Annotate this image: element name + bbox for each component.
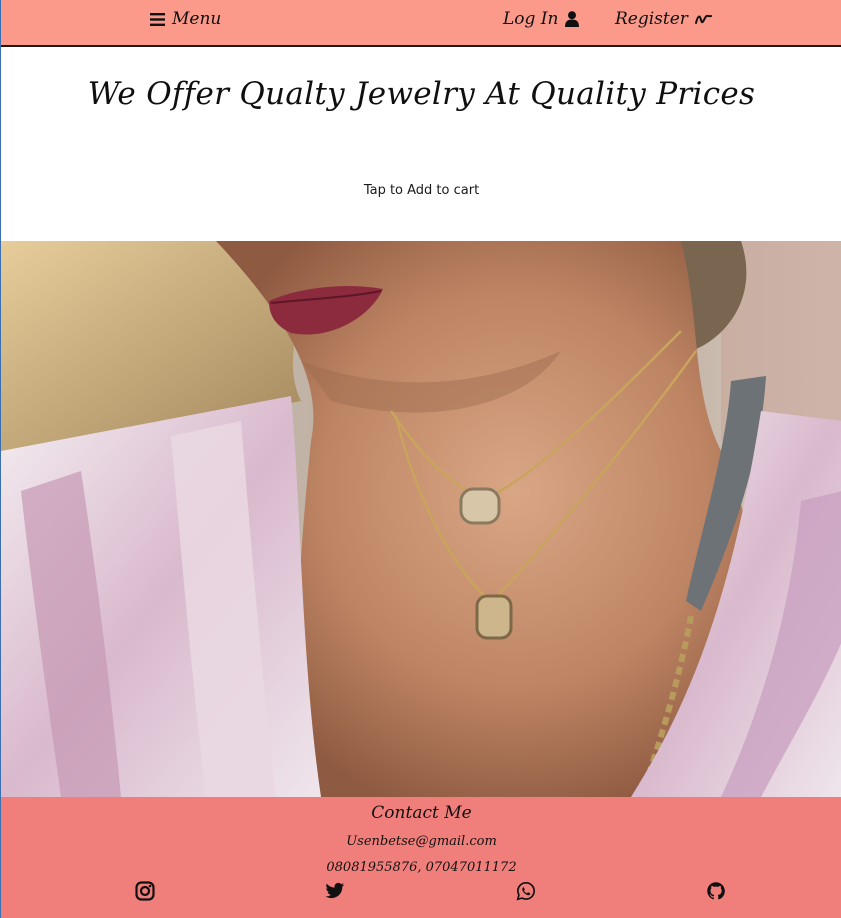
contact-email[interactable]: Usenbetse@gmail.com [1, 834, 841, 849]
user-icon [565, 11, 580, 27]
contact-phone[interactable]: 08081955876, 07047011172 [1, 860, 841, 875]
login-button[interactable]: Log In [503, 9, 580, 29]
footer: Contact Me Usenbetse@gmail.com 080819558… [1, 797, 841, 918]
navbar: Menu Log In Register [1, 0, 841, 47]
hamburger-icon [150, 12, 165, 26]
twitter-icon[interactable] [325, 881, 345, 901]
instagram-icon[interactable] [135, 881, 155, 901]
signature-icon [694, 14, 712, 24]
contact-title: Contact Me [371, 803, 472, 823]
whatsapp-icon[interactable] [516, 881, 536, 901]
register-label: Register [615, 9, 688, 29]
hero-title: We Offer Qualty Jewelry At Quality Price… [87, 76, 756, 112]
tap-to-add-hint: Tap to Add to cart [363, 183, 480, 198]
login-label: Log In [503, 9, 559, 29]
register-button[interactable]: Register [615, 9, 712, 29]
menu-label: Menu [172, 9, 222, 29]
jewelry-hero-image[interactable] [1, 241, 841, 797]
menu-button[interactable]: Menu [150, 9, 221, 29]
github-icon[interactable] [706, 881, 726, 901]
